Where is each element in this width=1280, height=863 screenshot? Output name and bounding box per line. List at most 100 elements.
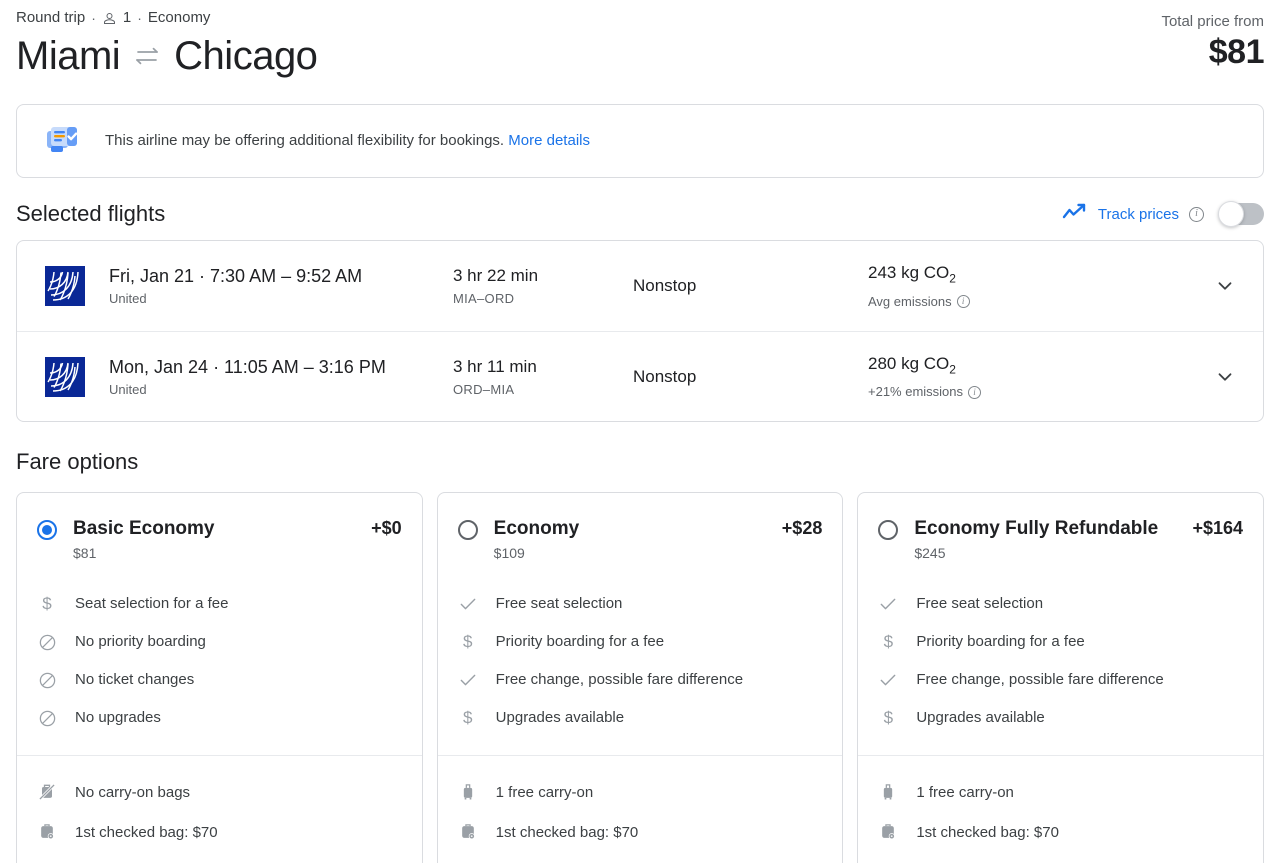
info-icon[interactable]: i: [968, 385, 982, 399]
flexibility-banner-text: This airline may be offering additional …: [105, 131, 590, 151]
dollar-icon: $: [462, 708, 473, 727]
fare-bag-label: 1st checked bag: $70: [75, 823, 218, 841]
flight-row[interactable]: Fri, Jan 21 · 7:30 AM – 9:52 AM United 3…: [17, 241, 1263, 331]
flight-duration-block: 3 hr 11 min ORD–MIA: [453, 355, 633, 399]
fare-name: Basic Economy: [73, 518, 215, 539]
flight-datetime: Mon, Jan 24 · 11:05 AM – 3:16 PM: [109, 356, 386, 377]
fare-feature-label: No upgrades: [75, 709, 161, 726]
dollar-icon: $: [883, 708, 894, 727]
fare-feature-list: $ Seat selection for a fee No priority b…: [17, 563, 422, 755]
fare-total-price: $109: [493, 545, 525, 561]
flight-row[interactable]: Mon, Jan 24 · 11:05 AM – 3:16 PM United …: [17, 331, 1263, 421]
fare-head-text: Economy +$28 $109: [494, 517, 823, 563]
fare-name: Economy: [493, 518, 580, 539]
boarding-pass-check-icon: [45, 122, 83, 161]
flight-airline: United: [109, 291, 147, 306]
dollar-icon: $: [883, 632, 894, 651]
separator-dot-2: ·: [137, 10, 142, 26]
fare-title-row: Economy Fully Refundable +$164: [914, 517, 1243, 541]
fare-price-delta: +$28: [781, 518, 823, 538]
emissions-amount: 280 kg CO: [868, 353, 950, 373]
chevron-down-icon[interactable]: [1205, 366, 1245, 388]
checked-bag-icon: [458, 822, 478, 842]
carry-on-bag-icon: [458, 782, 478, 802]
separator-dot: ·: [91, 10, 96, 26]
fare-feature-label: Free seat selection: [495, 595, 623, 612]
fare-bag-row: 1st checked bag: $70: [37, 812, 402, 852]
fare-feature-label: Seat selection for a fee: [75, 595, 229, 612]
flight-emissions-note-block: Avg emissions i: [868, 293, 1205, 311]
fare-feature: $ Seat selection for a fee: [37, 585, 402, 623]
fare-card-basic-economy[interactable]: Basic Economy +$0 $81 $ Seat selection f…: [16, 492, 423, 863]
fare-bag-row: 1st checked bag: $70: [878, 812, 1243, 852]
fare-radio-button[interactable]: [457, 520, 478, 540]
fare-name: Economy Fully Refundable: [914, 518, 1159, 539]
fare-card-economy[interactable]: Economy +$28 $109 Free seat selection $ …: [436, 492, 844, 863]
trip-type-label: Round trip: [16, 9, 86, 26]
fare-total-price: $245: [914, 545, 946, 561]
fare-radio-button[interactable]: [37, 520, 57, 540]
fare-bag-label: No carry-on bags: [75, 783, 191, 801]
fare-feature-label: Free change, possible fare difference: [916, 671, 1164, 688]
fare-feature: Free seat selection: [878, 585, 1243, 623]
fare-bag-row: 1 free carry-on: [878, 772, 1243, 812]
not-allowed-icon: [37, 633, 57, 652]
chevron-down-icon[interactable]: [1205, 275, 1245, 297]
fare-radio-button[interactable]: [878, 520, 899, 540]
fare-feature: Free change, possible fare difference: [878, 661, 1243, 699]
track-prices-toggle[interactable]: [1218, 201, 1264, 227]
check-icon: [458, 670, 478, 690]
flight-booking-page: Round trip · 1 · Economy Miami Chicago T…: [0, 0, 1280, 863]
trending-chart-icon: [1062, 202, 1088, 227]
track-prices-label[interactable]: Track prices: [1098, 206, 1179, 223]
check-icon: [458, 594, 478, 614]
flight-duration-block: 3 hr 22 min MIA–ORD: [453, 264, 633, 308]
not-allowed-icon: [37, 709, 57, 728]
toggle-knob: [1218, 201, 1244, 227]
trip-summary: Round trip · 1 · Economy Miami Chicago: [16, 8, 318, 82]
fare-bag-row: 1st checked bag: $70: [458, 812, 823, 852]
united-airlines-logo: [45, 266, 85, 306]
track-prices-control[interactable]: Track prices i: [1062, 201, 1264, 227]
total-price-label: Total price from: [1161, 13, 1264, 30]
fare-total-price: $81: [73, 545, 97, 561]
fare-feature-label: Free change, possible fare difference: [495, 671, 744, 688]
fare-feature-label: Priority boarding for a fee: [916, 633, 1085, 650]
flight-airline: United: [109, 381, 147, 397]
flight-emissions-note: Avg emissions: [868, 293, 952, 309]
fare-feature: Free seat selection: [458, 585, 823, 623]
fare-feature: $ Priority boarding for a fee: [878, 623, 1243, 661]
fare-title-row: Basic Economy +$0: [73, 517, 402, 541]
carry-on-bag-icon: [878, 782, 898, 802]
flight-emissions-block: 243 kg CO2 Avg emissions i: [868, 261, 1205, 310]
fare-feature: $ Upgrades available: [458, 699, 823, 737]
fare-title-row: Economy +$28: [494, 517, 823, 541]
emissions-subscript: 2: [949, 271, 956, 286]
info-icon[interactable]: i: [1189, 206, 1204, 222]
fare-feature: No priority boarding: [37, 623, 402, 661]
dollar-icon: $: [462, 632, 473, 651]
flight-emissions-value: 243 kg CO2: [868, 261, 1205, 290]
flight-route-codes: ORD–MIA: [453, 381, 515, 397]
fare-feature-label: Upgrades available: [495, 709, 625, 726]
checked-bag-icon: [37, 822, 57, 842]
fare-bag-list: 1 free carry-on 1st checked bag: $70: [437, 755, 843, 863]
selected-flights-list: Fri, Jan 21 · 7:30 AM – 9:52 AM United 3…: [16, 240, 1264, 422]
fare-feature-label: Priority boarding for a fee: [495, 633, 665, 650]
fare-card-header[interactable]: Basic Economy +$0 $81: [17, 493, 422, 563]
fare-options-grid: Basic Economy +$0 $81 $ Seat selection f…: [16, 492, 1265, 863]
fare-card-economy-fully-refundable[interactable]: Economy Fully Refundable +$164 $245 Free…: [857, 492, 1265, 863]
flight-stops: Nonstop: [633, 366, 697, 386]
fare-feature-label: Free seat selection: [916, 595, 1044, 612]
fare-card-header[interactable]: Economy Fully Refundable +$164 $245: [858, 493, 1263, 563]
fare-card-header[interactable]: Economy +$28 $109: [438, 493, 843, 563]
flight-duration: 3 hr 11 min: [453, 356, 537, 376]
more-details-link[interactable]: More details: [508, 132, 590, 149]
flight-emissions-value: 280 kg CO2: [868, 352, 1205, 381]
fare-bag-label: 1st checked bag: $70: [916, 823, 1059, 841]
info-icon[interactable]: i: [956, 295, 970, 309]
fare-options-title: Fare options: [16, 449, 139, 474]
fare-feature: $ Priority boarding for a fee: [458, 623, 823, 661]
flight-emissions-note: +21% emissions: [868, 384, 964, 400]
page-header: Round trip · 1 · Economy Miami Chicago T…: [16, 0, 1264, 82]
